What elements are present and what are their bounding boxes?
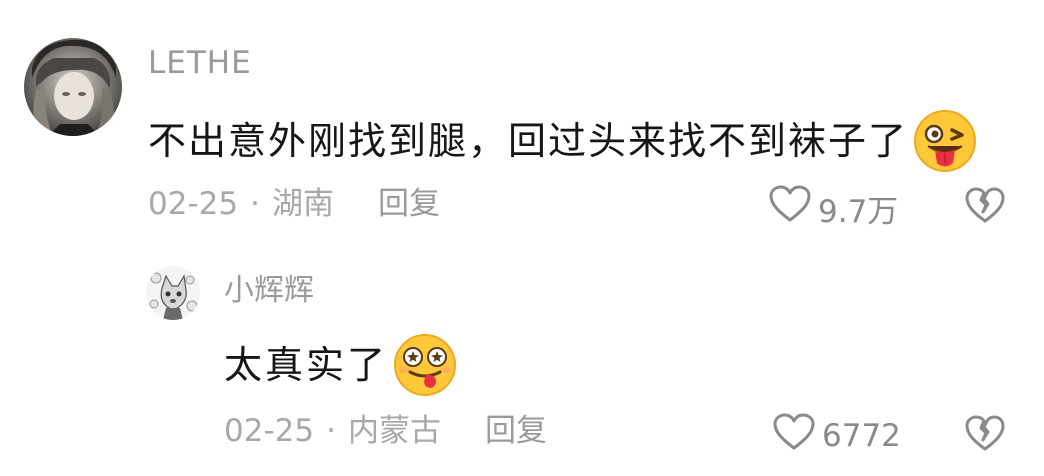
- comment-location: 湖南: [271, 186, 334, 222]
- comment-username[interactable]: LETHE: [148, 46, 252, 80]
- like-count: 6772: [822, 418, 901, 454]
- avatar[interactable]: [24, 38, 122, 136]
- comment-meta: 02-25 · 内蒙古 回复: [224, 414, 547, 448]
- wink-tongue-emoji-icon: [912, 108, 978, 174]
- comment-location: 内蒙古: [347, 413, 441, 449]
- comment-item: LETHE 不出意外刚找到腿，回过头来找不到袜子了 02-25 · 湖南 回复: [0, 0, 1044, 250]
- comment-username[interactable]: 小辉辉: [224, 274, 314, 308]
- comment-meta: 02-25 · 湖南 回复: [148, 187, 440, 221]
- heart-icon: [768, 184, 818, 232]
- like-count: 9.7万: [818, 193, 899, 230]
- heart-icon: [772, 412, 822, 460]
- meta-separator: ·: [326, 413, 336, 449]
- broken-heart-icon: [964, 415, 1006, 457]
- comment-text-body: 太真实了: [224, 343, 389, 387]
- comment-date: 02-25: [224, 413, 315, 449]
- comment-list: LETHE 不出意外刚找到腿，回过头来找不到袜子了 02-25·湖南回复: [0, 0, 1044, 476]
- dislike-button[interactable]: [964, 413, 1006, 453]
- dislike-button[interactable]: [964, 185, 1006, 225]
- broken-heart-icon: [964, 187, 1006, 229]
- reply-button[interactable]: 回复: [485, 413, 547, 449]
- meta-separator: ·: [250, 186, 260, 222]
- avatar[interactable]: [146, 266, 200, 320]
- comment-text: 不出意外刚找到腿，回过头来找不到袜子了: [148, 108, 978, 174]
- comment-text: 太真实了: [224, 332, 458, 398]
- reply-button[interactable]: 回复: [378, 186, 440, 222]
- like-button[interactable]: 9.7万: [768, 184, 898, 232]
- like-button[interactable]: 6772: [772, 412, 901, 460]
- comment-date: 02-25: [148, 186, 239, 222]
- dizzy-eyes-tongue-emoji-icon: [392, 332, 458, 398]
- comment-text-body: 不出意外刚找到腿，回过头来找不到袜子了: [148, 119, 909, 163]
